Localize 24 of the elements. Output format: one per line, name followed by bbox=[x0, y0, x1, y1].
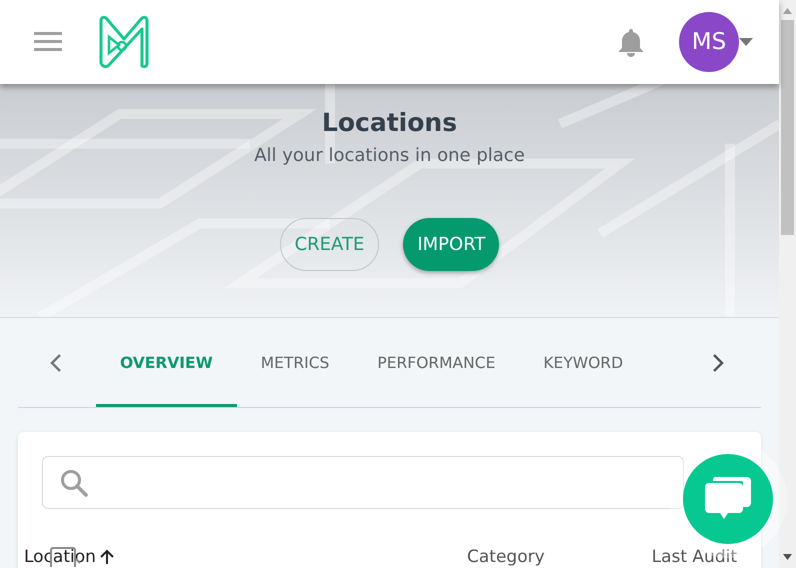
scrollbar[interactable] bbox=[779, 0, 796, 568]
import-button[interactable]: IMPORT bbox=[403, 218, 500, 271]
chevron-right-icon[interactable] bbox=[712, 352, 724, 372]
create-button[interactable]: CREATE bbox=[280, 218, 380, 271]
scroll-up-icon[interactable] bbox=[783, 8, 792, 14]
search-field[interactable] bbox=[42, 456, 684, 509]
search-icon bbox=[59, 468, 89, 498]
column-header[interactable]: Location bbox=[24, 547, 96, 567]
caret-icon[interactable] bbox=[739, 38, 753, 46]
tab[interactable]: PERFORMANCE bbox=[353, 321, 520, 407]
column-header[interactable]: Category bbox=[467, 547, 545, 567]
scrollbar-thumb[interactable] bbox=[781, 20, 794, 235]
menu-icon[interactable] bbox=[34, 32, 62, 52]
page-title: Locations bbox=[322, 108, 458, 137]
user-avatar[interactable]: MS bbox=[679, 12, 739, 72]
scroll-down-icon[interactable] bbox=[783, 554, 792, 560]
chevron-left-icon[interactable] bbox=[50, 352, 62, 372]
sort-arrow-icon[interactable] bbox=[100, 549, 114, 565]
tab[interactable]: METRICS bbox=[236, 321, 354, 407]
tab[interactable]: OVERVIEW bbox=[96, 321, 237, 407]
tab[interactable]: KEYWORD bbox=[519, 321, 648, 407]
bell-icon[interactable] bbox=[617, 27, 645, 57]
column-header[interactable]: Last Audit bbox=[652, 547, 737, 567]
page-subtitle: All your locations in one place bbox=[254, 145, 525, 166]
